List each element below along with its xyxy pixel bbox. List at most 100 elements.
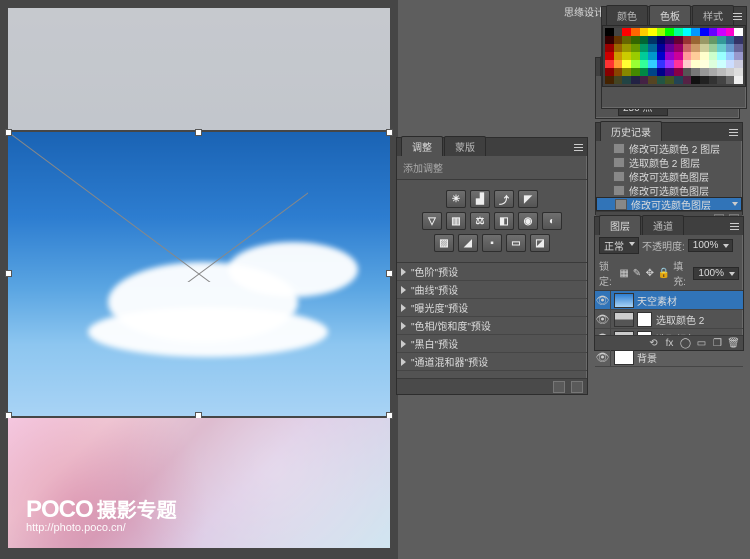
- invert-icon[interactable]: ▨: [434, 234, 454, 252]
- color-swatch[interactable]: [665, 28, 674, 36]
- color-balance-icon[interactable]: ⚖: [470, 212, 490, 230]
- color-swatch[interactable]: [734, 52, 743, 60]
- preset-item[interactable]: "可选颜色"预设: [397, 371, 587, 372]
- color-swatch[interactable]: [674, 52, 683, 60]
- color-swatch[interactable]: [640, 76, 649, 84]
- photo-filter-icon[interactable]: ◉: [518, 212, 538, 230]
- color-swatch[interactable]: [717, 36, 726, 44]
- layer-row[interactable]: 👁背景: [595, 348, 743, 367]
- color-swatch[interactable]: [648, 76, 657, 84]
- color-swatch[interactable]: [717, 44, 726, 52]
- color-swatch[interactable]: [605, 76, 614, 84]
- color-swatch[interactable]: [605, 28, 614, 36]
- color-swatch[interactable]: [709, 28, 718, 36]
- document-bottom-photo[interactable]: POCO摄影专题 http://photo.poco.cn/: [8, 418, 390, 548]
- color-swatch[interactable]: [622, 76, 631, 84]
- footer-icon[interactable]: [553, 381, 565, 393]
- color-swatch[interactable]: [614, 60, 623, 68]
- color-swatch[interactable]: [700, 36, 709, 44]
- lock-position-icon[interactable]: ✥: [645, 267, 655, 280]
- color-swatch[interactable]: [665, 60, 674, 68]
- color-swatch[interactable]: [683, 28, 692, 36]
- color-swatch[interactable]: [717, 28, 726, 36]
- color-swatch[interactable]: [622, 36, 631, 44]
- color-swatch[interactable]: [631, 28, 640, 36]
- color-swatch[interactable]: [665, 52, 674, 60]
- color-swatch[interactable]: [631, 44, 640, 52]
- color-swatch[interactable]: [726, 36, 735, 44]
- color-swatch[interactable]: [640, 28, 649, 36]
- layer-mask-thumbnail[interactable]: [637, 312, 652, 327]
- color-swatch[interactable]: [683, 44, 692, 52]
- color-swatch[interactable]: [605, 68, 614, 76]
- trash-icon[interactable]: [571, 381, 583, 393]
- color-swatch[interactable]: [614, 36, 623, 44]
- color-swatch[interactable]: [709, 60, 718, 68]
- posterize-icon[interactable]: ◢: [458, 234, 478, 252]
- panel-menu-icon[interactable]: [726, 125, 740, 139]
- color-swatch[interactable]: [691, 76, 700, 84]
- color-swatch[interactable]: [717, 52, 726, 60]
- lock-all-icon[interactable]: 🔒: [658, 267, 670, 280]
- color-swatch[interactable]: [726, 44, 735, 52]
- tab-styles[interactable]: 样式: [692, 5, 734, 25]
- visibility-eye-icon[interactable]: 👁: [595, 348, 611, 366]
- tab-layers[interactable]: 图层: [599, 215, 641, 235]
- history-item[interactable]: 选取颜色 2 图层: [596, 155, 742, 169]
- color-swatch[interactable]: [640, 44, 649, 52]
- color-swatch[interactable]: [631, 36, 640, 44]
- color-swatch[interactable]: [726, 68, 735, 76]
- color-swatch[interactable]: [665, 44, 674, 52]
- visibility-eye-icon[interactable]: 👁: [595, 291, 611, 309]
- transform-handle[interactable]: [5, 129, 12, 136]
- color-swatch[interactable]: [700, 44, 709, 52]
- color-swatch[interactable]: [614, 52, 623, 60]
- color-swatch[interactable]: [614, 76, 623, 84]
- history-item[interactable]: 修改可选颜色 2 图层: [596, 141, 742, 155]
- color-swatch[interactable]: [683, 68, 692, 76]
- color-swatch[interactable]: [640, 52, 649, 60]
- tab-masks[interactable]: 蒙版: [444, 136, 486, 156]
- color-swatch[interactable]: [734, 36, 743, 44]
- sky-image-placed[interactable]: [8, 132, 390, 416]
- layer-thumbnail[interactable]: [614, 312, 634, 327]
- color-swatch[interactable]: [709, 68, 718, 76]
- preset-item[interactable]: "通道混和器"预设: [397, 353, 587, 371]
- history-item[interactable]: 修改可选颜色图层: [596, 169, 742, 183]
- color-swatch[interactable]: [726, 52, 735, 60]
- color-swatch[interactable]: [709, 76, 718, 84]
- visibility-eye-icon[interactable]: 👁: [595, 310, 611, 328]
- new-layer-icon[interactable]: ❐: [711, 337, 724, 350]
- color-swatch[interactable]: [700, 76, 709, 84]
- color-swatch[interactable]: [614, 68, 623, 76]
- preset-item[interactable]: "曝光度"预设: [397, 299, 587, 317]
- preset-item[interactable]: "色相/饱和度"预设: [397, 317, 587, 335]
- color-swatch[interactable]: [700, 28, 709, 36]
- color-swatch[interactable]: [648, 60, 657, 68]
- color-swatch[interactable]: [734, 76, 743, 84]
- color-swatch[interactable]: [700, 52, 709, 60]
- layer-row[interactable]: 👁天空素材: [595, 291, 743, 310]
- transform-handle[interactable]: [386, 129, 393, 136]
- color-swatch[interactable]: [674, 28, 683, 36]
- color-swatch[interactable]: [674, 68, 683, 76]
- tab-swatches[interactable]: 色板: [649, 5, 691, 25]
- transform-handle[interactable]: [386, 270, 393, 277]
- history-item[interactable]: 修改可选颜色图层: [596, 183, 742, 197]
- color-swatch[interactable]: [674, 36, 683, 44]
- color-swatch[interactable]: [640, 60, 649, 68]
- fill-field[interactable]: 100%: [693, 267, 739, 280]
- color-swatch[interactable]: [622, 68, 631, 76]
- color-swatch[interactable]: [734, 68, 743, 76]
- color-swatch[interactable]: [717, 76, 726, 84]
- transform-handle[interactable]: [5, 270, 12, 277]
- transform-handle[interactable]: [195, 129, 202, 136]
- color-swatch[interactable]: [648, 36, 657, 44]
- color-swatch[interactable]: [622, 52, 631, 60]
- color-swatch[interactable]: [683, 60, 692, 68]
- color-swatch[interactable]: [734, 28, 743, 36]
- preset-item[interactable]: "色阶"预设: [397, 263, 587, 281]
- history-item[interactable]: 修改可选颜色图层: [596, 197, 742, 211]
- layer-thumbnail[interactable]: [614, 293, 634, 308]
- color-swatch[interactable]: [657, 28, 666, 36]
